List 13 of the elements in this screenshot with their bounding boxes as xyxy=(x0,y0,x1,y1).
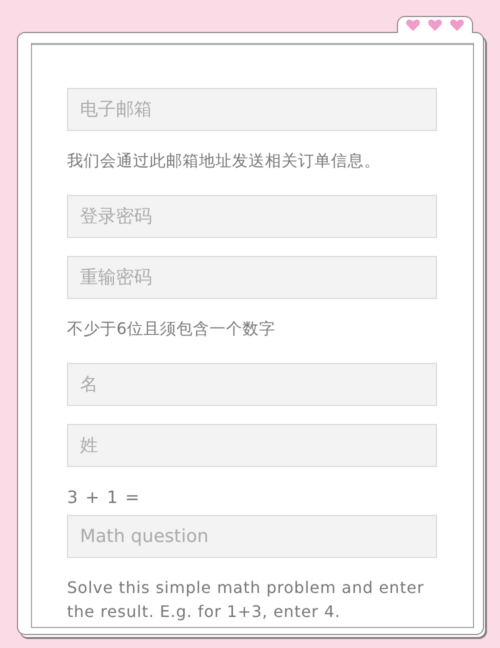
input-field[interactable]: 名 xyxy=(67,363,437,406)
field-label: 3 + 1 = xyxy=(67,487,142,509)
help-text: 不少于6位且须包含一个数字 xyxy=(67,318,277,340)
input-field[interactable]: 重输密码 xyxy=(67,256,437,299)
heart-icon xyxy=(428,19,442,31)
input-field[interactable]: Math question xyxy=(67,515,437,558)
input-field[interactable]: 电子邮箱 xyxy=(67,88,437,131)
heart-icon xyxy=(450,19,464,31)
help-text: Solve this simple math problem and enter the result. E.g. for 1+3, enter 4. xyxy=(67,577,426,623)
heart-icon xyxy=(406,19,420,31)
input-field[interactable]: 姓 xyxy=(67,424,437,467)
input-field[interactable]: 登录密码 xyxy=(67,195,437,238)
help-text: 我们会通过此邮箱地址发送相关订单信息。 xyxy=(67,150,382,172)
